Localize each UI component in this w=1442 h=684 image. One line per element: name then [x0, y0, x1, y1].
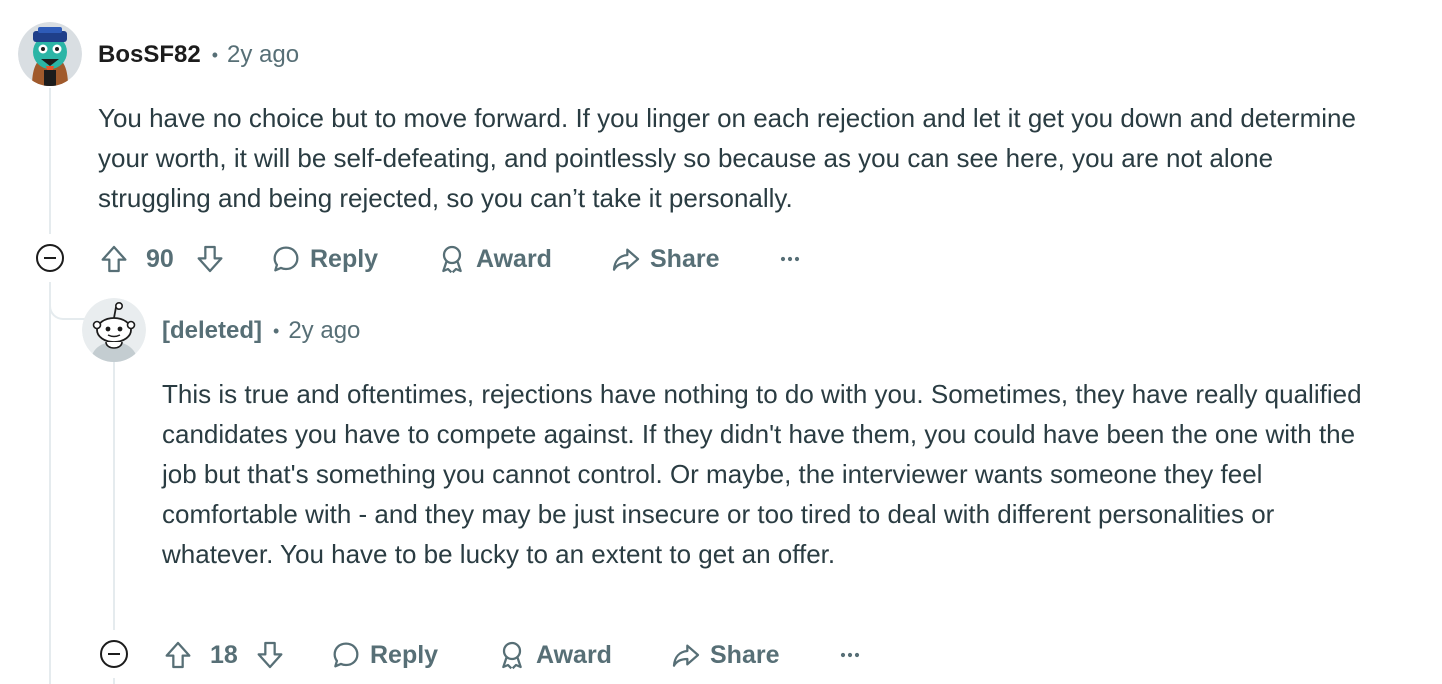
- meta-separator: •: [273, 320, 280, 341]
- thread-line-reply-lower: [113, 678, 115, 684]
- share-icon: [672, 644, 700, 667]
- collapse-button[interactable]: [100, 640, 128, 668]
- award-button[interactable]: Award: [436, 234, 552, 284]
- reply-button[interactable]: Reply: [330, 630, 438, 680]
- reply-connector: [49, 282, 85, 320]
- timestamp[interactable]: 2y ago: [288, 317, 360, 345]
- avatar[interactable]: [18, 22, 82, 86]
- thread-line-main-lower: [49, 282, 51, 684]
- upvote-button[interactable]: [162, 630, 194, 680]
- award-label: Award: [536, 640, 612, 669]
- downvote-icon: [197, 245, 223, 273]
- user-avatar-icon: [18, 22, 82, 86]
- reply-bubble-icon: [273, 246, 299, 272]
- upvote-icon: [101, 245, 127, 273]
- share-label: Share: [650, 244, 720, 273]
- comment-body: This is true and oftentimes, rejections …: [162, 379, 1362, 569]
- downvote-button[interactable]: [254, 630, 286, 680]
- downvote-button[interactable]: [194, 234, 226, 284]
- comment-meta: BosSF82 • 2y ago: [98, 36, 299, 74]
- share-icon: [612, 248, 640, 271]
- reply-button[interactable]: Reply: [270, 234, 378, 284]
- meta-separator: •: [211, 44, 219, 65]
- share-label: Share: [710, 640, 780, 669]
- comment-body: You have no choice but to move forward. …: [98, 103, 1356, 213]
- upvote-icon: [165, 641, 191, 669]
- more-options-button[interactable]: [776, 234, 804, 284]
- more-options-button[interactable]: [836, 630, 864, 680]
- share-button[interactable]: Share: [670, 630, 779, 680]
- award-icon: [502, 641, 522, 670]
- timestamp[interactable]: 2y ago: [227, 41, 299, 69]
- share-button[interactable]: Share: [610, 234, 719, 284]
- vote-count: 18: [210, 640, 238, 669]
- avatar: [82, 298, 146, 362]
- more-options-icon: [780, 256, 800, 262]
- comment-meta: [deleted] • 2y ago: [162, 312, 360, 350]
- downvote-icon: [257, 641, 283, 669]
- comment-actions: 18 Reply Award Share: [162, 630, 902, 680]
- reply-label: Reply: [370, 640, 439, 669]
- comment-actions: 90 Reply Award Share: [98, 234, 838, 284]
- author-name[interactable]: BosSF82: [98, 41, 201, 69]
- thread-line-reply: [113, 362, 115, 630]
- vote-count: 90: [146, 244, 174, 273]
- snoo-avatar-icon: [82, 298, 146, 362]
- collapse-button[interactable]: [36, 244, 64, 272]
- award-button[interactable]: Award: [496, 630, 612, 680]
- award-icon: [442, 245, 462, 274]
- reply-bubble-icon: [333, 642, 359, 668]
- upvote-button[interactable]: [98, 234, 130, 284]
- award-label: Award: [476, 244, 552, 273]
- thread-line-main: [49, 88, 51, 234]
- reply-label: Reply: [310, 244, 379, 273]
- author-name: [deleted]: [162, 317, 263, 344]
- more-options-icon: [840, 652, 860, 658]
